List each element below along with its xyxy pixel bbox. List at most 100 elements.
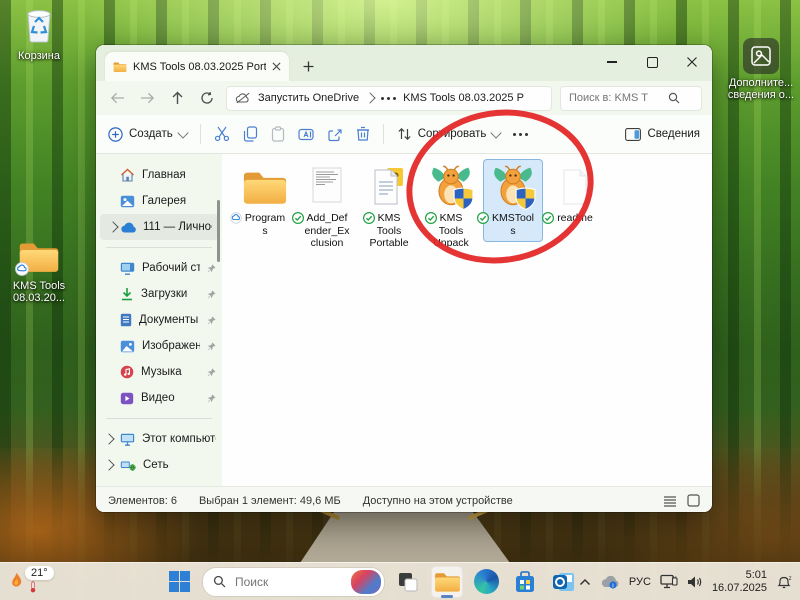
cut-button[interactable]	[214, 126, 230, 142]
store-taskbar-button[interactable]	[509, 566, 541, 598]
folder-icon	[242, 162, 288, 212]
sidebar-item-pictures[interactable]: Изображени	[96, 333, 222, 359]
sidebar-item-music[interactable]: Музыка	[96, 359, 222, 385]
forward-button[interactable]	[136, 87, 158, 109]
file-name: KMS	[378, 212, 401, 224]
new-button[interactable]: Создать	[108, 127, 187, 142]
file-explorer-taskbar-button[interactable]	[431, 566, 463, 598]
volume-tray-icon[interactable]	[687, 575, 703, 589]
sidebar-item-label: Этот компьюте	[142, 433, 216, 445]
music-icon	[120, 365, 134, 379]
widgets-button[interactable]: 21°	[10, 566, 54, 598]
paste-icon	[271, 126, 285, 142]
breadcrumb-overflow-icon[interactable]	[381, 97, 396, 100]
search-highlight-thumbnail[interactable]	[351, 570, 381, 594]
sidebar-item-home[interactable]: Главная	[96, 162, 222, 188]
refresh-button[interactable]	[196, 87, 218, 109]
file-item-programs[interactable]: Program s	[236, 160, 294, 241]
minimize-button[interactable]	[592, 45, 632, 79]
details-view-icon[interactable]	[663, 495, 677, 507]
sidebar-item-videos[interactable]: Видео	[96, 385, 222, 411]
language-indicator[interactable]: РУС	[629, 576, 651, 588]
pin-icon	[207, 316, 216, 325]
breadcrumb[interactable]: Запустить OneDrive KMS Tools 08.03.2025 …	[226, 86, 552, 111]
synced-status-icon	[292, 212, 304, 224]
task-view-icon	[397, 571, 419, 593]
rename-button[interactable]	[298, 127, 314, 142]
outlook-icon	[552, 570, 576, 594]
paste-button[interactable]	[271, 126, 285, 142]
sidebar-item-network[interactable]: Сеть	[96, 452, 222, 478]
share-icon	[327, 127, 343, 142]
sidebar-item-onedrive-personal[interactable]: 111 — Личное	[100, 214, 218, 240]
delete-button[interactable]	[356, 126, 370, 142]
microsoft-store-icon	[513, 570, 537, 594]
file-item-add-defender-exclusion[interactable]: Add_Def ender_Ex clusion	[298, 160, 356, 254]
image-info-icon	[743, 38, 779, 74]
back-button[interactable]	[106, 87, 128, 109]
sidebar-item-gallery[interactable]: Галерея	[96, 188, 222, 214]
item-count: Элементов: 6	[108, 495, 177, 507]
status-bar: Элементов: 6 Выбран 1 элемент: 49,6 МБ Д…	[96, 486, 712, 512]
tray-expand-chevron-icon[interactable]	[579, 578, 591, 586]
explorer-tab[interactable]: KMS Tools 08.03.2025 Portabl	[105, 52, 289, 81]
network-tray-icon[interactable]	[660, 574, 678, 589]
up-button[interactable]	[166, 87, 188, 109]
notification-bell-icon[interactable]: z	[776, 574, 792, 590]
taskbar-clock[interactable]: 5:01 16.07.2025	[712, 569, 767, 594]
chevron-down-icon	[177, 127, 188, 138]
pin-icon	[207, 290, 216, 299]
onedrive-icon	[120, 222, 136, 233]
sidebar-item-label: 111 — Личное	[143, 221, 212, 233]
share-button[interactable]	[327, 127, 343, 142]
sidebar-item-desktop[interactable]: Рабочий сто	[96, 255, 222, 281]
this-pc-icon	[120, 433, 135, 446]
maximize-button[interactable]	[632, 45, 672, 79]
sidebar-item-this-pc[interactable]: Этот компьюте	[96, 426, 222, 452]
copy-button[interactable]	[243, 126, 258, 142]
new-button-label: Создать	[129, 128, 173, 140]
cloud-status-icon	[15, 262, 29, 276]
sort-icon	[397, 127, 412, 141]
taskbar-search-box[interactable]	[202, 567, 385, 597]
close-button[interactable]	[672, 45, 712, 79]
new-tab-button[interactable]	[299, 57, 317, 75]
search-icon	[213, 575, 226, 588]
edge-icon	[474, 569, 499, 594]
search-input[interactable]	[567, 91, 663, 105]
breadcrumb-onedrive[interactable]: Запустить OneDrive	[258, 92, 359, 104]
tab-close-icon[interactable]	[272, 62, 281, 71]
onedrive-tray-icon[interactable]: i	[600, 575, 620, 589]
desktop-icon-recycle-bin[interactable]: Корзина	[0, 6, 78, 62]
desktop-icon-wallpaper-info[interactable]: Дополните... сведения о...	[722, 38, 800, 101]
expand-chevron-icon[interactable]	[103, 433, 114, 444]
taskbar-search-input[interactable]	[233, 574, 344, 590]
script-file-icon	[310, 162, 344, 212]
edge-taskbar-button[interactable]	[470, 566, 502, 598]
outlook-taskbar-button[interactable]	[548, 566, 580, 598]
window-controls	[592, 45, 712, 79]
pin-icon	[207, 342, 216, 351]
sidebar-scrollbar[interactable]	[217, 200, 220, 262]
task-view-button[interactable]	[392, 566, 424, 598]
expand-chevron-icon[interactable]	[107, 221, 118, 232]
cut-icon	[214, 126, 230, 142]
copy-icon	[243, 126, 258, 142]
sidebar-item-downloads[interactable]: Загрузки	[96, 281, 222, 307]
file-name: Add_Def	[307, 212, 348, 224]
expand-chevron-icon[interactable]	[103, 459, 114, 470]
pin-icon	[207, 368, 216, 377]
desktop-icon-kms-folder[interactable]: KMS Tools 08.03.20...	[0, 240, 78, 304]
breadcrumb-current[interactable]: KMS Tools 08.03.2025 P	[403, 92, 524, 104]
sidebar-item-label: Сеть	[143, 459, 216, 471]
sidebar-item-documents[interactable]: Документы	[96, 307, 222, 333]
details-pane-button[interactable]: Сведения	[625, 128, 700, 141]
search-box[interactable]	[560, 86, 702, 111]
large-icons-view-icon[interactable]	[687, 494, 700, 507]
start-button[interactable]	[163, 566, 195, 598]
sidebar-item-label: Документы	[139, 314, 200, 326]
pin-icon	[207, 264, 216, 273]
breadcrumb-chevron-icon	[364, 92, 375, 103]
onedrive-paused-icon	[235, 92, 251, 104]
sidebar-item-label: Загрузки	[141, 288, 200, 300]
